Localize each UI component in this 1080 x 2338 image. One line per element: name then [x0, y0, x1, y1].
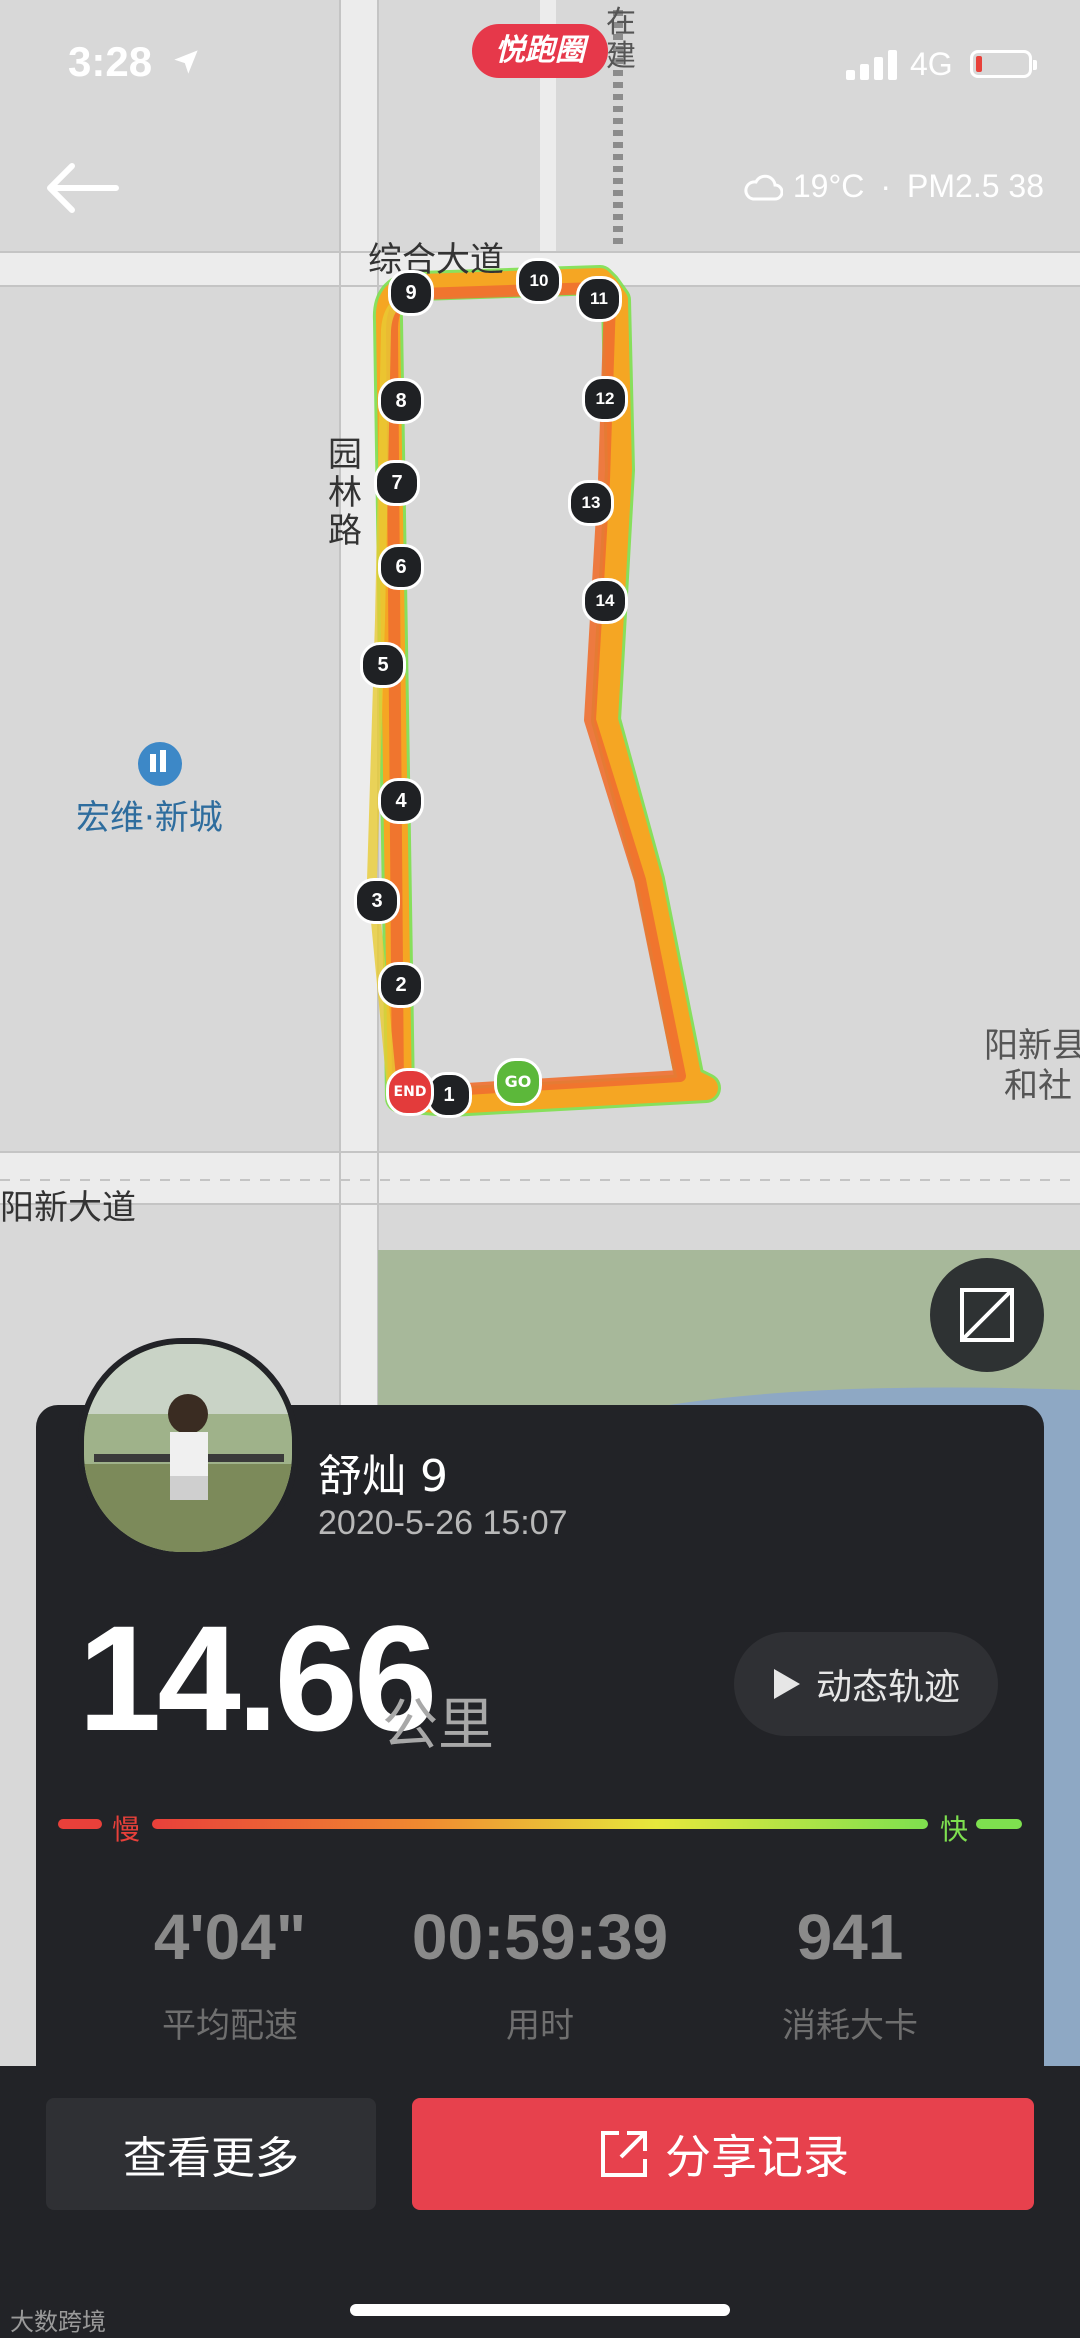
map-fullscreen-button[interactable]: [930, 1258, 1044, 1372]
replay-label: 动态轨迹: [815, 1667, 960, 1708]
km-marker: 12: [582, 376, 628, 422]
place-label-left: 宏维·新城: [76, 798, 223, 838]
pace-legend: 慢 快: [58, 1812, 1022, 1846]
air-quality: PM2.5 38: [907, 168, 1044, 204]
km-marker: 7: [374, 460, 420, 506]
location-arrow-icon: [174, 50, 198, 74]
avatar[interactable]: [78, 1338, 298, 1558]
km-marker: 4: [378, 778, 424, 824]
road-label-bottom: 阳新大道: [0, 1188, 136, 1228]
home-indicator: [350, 2304, 730, 2316]
weather-separator: ·: [880, 168, 892, 204]
km-marker: 2: [378, 962, 424, 1008]
share-label: 分享记录: [665, 2130, 849, 2184]
stat-value: 4'04": [153, 1901, 307, 1973]
avatar-photo: [84, 1344, 292, 1552]
km-marker: 10: [516, 258, 562, 304]
pace-fast-label: 快: [940, 1813, 969, 1846]
km-marker: 13: [568, 480, 614, 526]
road-label-left: 园林路: [328, 435, 362, 551]
expand-icon: [960, 1288, 1014, 1342]
status-time: 3:28: [68, 38, 153, 85]
km-marker: 9: [388, 270, 434, 316]
temperature: 19°C: [792, 168, 865, 204]
share-icon: [601, 2131, 647, 2177]
cloud-icon: [744, 174, 783, 200]
stat-calories: 941 消耗大卡: [700, 1900, 1000, 2047]
stat-avg-pace: 4'04" 平均配速: [80, 1900, 380, 2047]
watermark: 大数跨境: [10, 2308, 106, 2336]
view-more-button[interactable]: 查看更多: [46, 2098, 376, 2210]
km-marker: 8: [378, 378, 424, 424]
km-marker: 11: [576, 276, 622, 322]
network-type: 4G: [910, 46, 953, 82]
play-icon: [773, 1669, 800, 1699]
battery-icon: [970, 50, 1037, 78]
distance-unit: 公里: [382, 1693, 494, 1758]
runner-name: 舒灿 9: [318, 1451, 448, 1502]
km-marker: 5: [360, 642, 406, 688]
place-label-right-2: 和社: [1004, 1066, 1072, 1106]
stat-label: 用时: [506, 2006, 574, 2046]
view-more-label: 查看更多: [123, 2133, 299, 2184]
stat-duration: 00:59:39 用时: [390, 1900, 690, 2047]
km-marker: 6: [378, 544, 424, 590]
run-datetime: 2020-5-26 15:07: [318, 1504, 568, 1542]
stat-value: 941: [796, 1901, 904, 1973]
km-marker: 3: [354, 878, 400, 924]
stat-label: 平均配速: [162, 2006, 298, 2046]
km-marker: 14: [582, 578, 628, 624]
app-logo: 悦跑圈: [472, 24, 608, 78]
signal-icon: [846, 50, 897, 80]
back-arrow-icon[interactable]: [42, 160, 122, 216]
start-marker: GO: [494, 1058, 542, 1106]
end-marker: END: [386, 1068, 434, 1116]
weather-info: 19°C · PM2.5 38: [743, 168, 1044, 205]
replay-track-button[interactable]: 动态轨迹: [734, 1632, 998, 1736]
distance-value: 14.66: [78, 1594, 437, 1762]
pace-slow-label: 慢: [112, 1813, 141, 1846]
road-label-top: 综合大道: [368, 240, 504, 280]
share-record-button[interactable]: 分享记录: [412, 2098, 1034, 2210]
stat-label: 消耗大卡: [782, 2006, 918, 2046]
stat-value: 00:59:39: [411, 1901, 669, 1973]
